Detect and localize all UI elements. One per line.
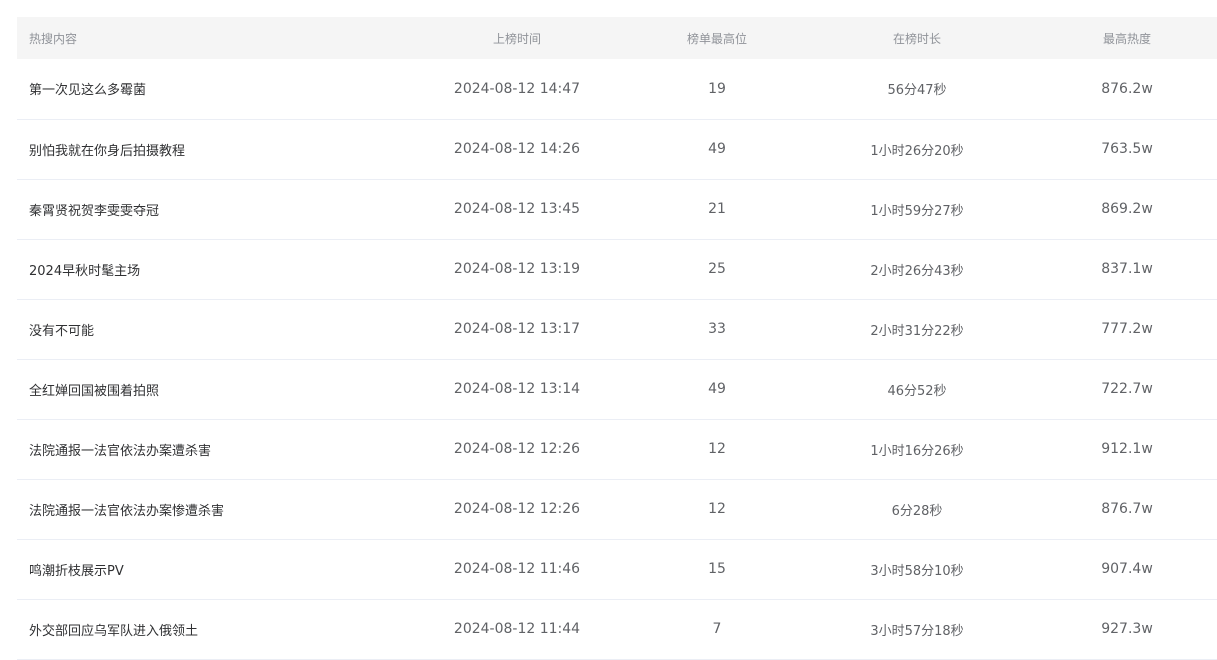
header-time[interactable]: 上榜时间 <box>397 17 637 59</box>
cell-time: 2024-08-12 12:26 <box>453 501 581 517</box>
header-rank[interactable]: 榜单最高位 <box>637 17 797 59</box>
cell-time: 2024-08-12 11:46 <box>453 561 581 577</box>
table-row[interactable]: 没有不可能 2024-08-12 13:17 33 2小时31分22秒 777.… <box>17 299 1217 359</box>
header-content[interactable]: 热搜内容 <box>17 17 397 59</box>
cell-content[interactable]: 秦霄贤祝贺李雯雯夺冠 <box>17 179 397 239</box>
cell-content[interactable]: 没有不可能 <box>17 299 397 359</box>
cell-heat: 876.2w <box>1101 80 1153 97</box>
table-row[interactable]: 秦霄贤祝贺李雯雯夺冠 2024-08-12 13:45 21 1小时59分27秒… <box>17 179 1217 239</box>
table-header-row: 热搜内容 上榜时间 榜单最高位 在榜时长 最高热度 <box>17 17 1217 59</box>
cell-heat: 912.1w <box>1101 441 1153 457</box>
hot-search-table-container: 热搜内容 上榜时间 榜单最高位 在榜时长 最高热度 第一次见这么多霉菌 2024… <box>17 17 1217 660</box>
cell-duration: 1小时16分26秒 <box>870 443 964 459</box>
cell-time: 2024-08-12 13:17 <box>453 321 581 337</box>
cell-rank: 7 <box>712 621 722 637</box>
table-row[interactable]: 外交部回应乌军队进入俄领土 2024-08-12 11:44 7 3小时57分1… <box>17 599 1217 659</box>
cell-heat: 837.1w <box>1101 261 1153 277</box>
table-row[interactable]: 法院通报一法官依法办案惨遭杀害 2024-08-12 12:26 12 6分28… <box>17 479 1217 539</box>
cell-rank: 12 <box>708 441 726 457</box>
cell-content[interactable]: 全红婵回国被围着拍照 <box>17 359 397 419</box>
cell-heat: 927.3w <box>1101 621 1153 637</box>
cell-duration: 3小时57分18秒 <box>870 623 964 639</box>
cell-content[interactable]: 法院通报一法官依法办案遭杀害 <box>17 419 397 479</box>
cell-content[interactable]: 法院通报一法官依法办案惨遭杀害 <box>17 479 397 539</box>
table-row[interactable]: 全红婵回国被围着拍照 2024-08-12 13:14 49 46分52秒 72… <box>17 359 1217 419</box>
cell-time: 2024-08-12 13:19 <box>453 261 581 277</box>
cell-rank: 33 <box>708 321 726 337</box>
table-body: 第一次见这么多霉菌 2024-08-12 14:47 19 56分47秒 876… <box>17 59 1217 659</box>
cell-rank: 49 <box>708 381 726 397</box>
table-row[interactable]: 第一次见这么多霉菌 2024-08-12 14:47 19 56分47秒 876… <box>17 59 1217 119</box>
cell-content[interactable]: 外交部回应乌军队进入俄领土 <box>17 599 397 659</box>
header-duration[interactable]: 在榜时长 <box>797 17 1037 59</box>
cell-content[interactable]: 2024早秋时髦主场 <box>17 239 397 299</box>
cell-time: 2024-08-12 14:26 <box>453 141 581 157</box>
cell-heat: 763.5w <box>1101 141 1153 157</box>
cell-time: 2024-08-12 13:14 <box>453 381 581 397</box>
cell-rank: 49 <box>708 141 726 157</box>
table-row[interactable]: 别怕我就在你身后拍摄教程 2024-08-12 14:26 49 1小时26分2… <box>17 119 1217 179</box>
cell-duration: 2小时31分22秒 <box>870 323 964 339</box>
cell-rank: 25 <box>708 261 726 277</box>
cell-heat: 777.2w <box>1101 321 1153 337</box>
cell-heat: 869.2w <box>1101 201 1153 217</box>
hot-search-table: 热搜内容 上榜时间 榜单最高位 在榜时长 最高热度 第一次见这么多霉菌 2024… <box>17 17 1217 660</box>
cell-content[interactable]: 别怕我就在你身后拍摄教程 <box>17 119 397 179</box>
cell-duration: 1小时59分27秒 <box>870 203 964 219</box>
cell-heat: 876.7w <box>1101 501 1153 517</box>
cell-rank: 15 <box>708 561 726 577</box>
table-row[interactable]: 法院通报一法官依法办案遭杀害 2024-08-12 12:26 12 1小时16… <box>17 419 1217 479</box>
cell-time: 2024-08-12 12:26 <box>453 441 581 457</box>
cell-rank: 19 <box>708 80 726 97</box>
cell-duration: 2小时26分43秒 <box>870 263 964 279</box>
table-row[interactable]: 鸣潮折枝展示PV 2024-08-12 11:46 15 3小时58分10秒 9… <box>17 539 1217 599</box>
header-heat[interactable]: 最高热度 <box>1037 17 1217 59</box>
cell-duration: 3小时58分10秒 <box>870 563 964 579</box>
cell-duration: 1小时26分20秒 <box>870 143 964 159</box>
cell-time: 2024-08-12 14:47 <box>453 80 581 97</box>
cell-time: 2024-08-12 13:45 <box>453 201 581 217</box>
cell-heat: 722.7w <box>1101 381 1153 397</box>
cell-time: 2024-08-12 11:44 <box>453 621 581 637</box>
cell-heat: 907.4w <box>1101 561 1153 577</box>
table-header: 热搜内容 上榜时间 榜单最高位 在榜时长 最高热度 <box>17 17 1217 59</box>
cell-content[interactable]: 第一次见这么多霉菌 <box>17 59 397 119</box>
cell-duration: 46分52秒 <box>887 383 947 399</box>
cell-duration: 6分28秒 <box>891 503 943 519</box>
cell-duration: 56分47秒 <box>887 83 947 99</box>
table-row[interactable]: 2024早秋时髦主场 2024-08-12 13:19 25 2小时26分43秒… <box>17 239 1217 299</box>
cell-rank: 21 <box>708 201 726 217</box>
cell-content[interactable]: 鸣潮折枝展示PV <box>17 539 397 599</box>
cell-rank: 12 <box>708 501 726 517</box>
